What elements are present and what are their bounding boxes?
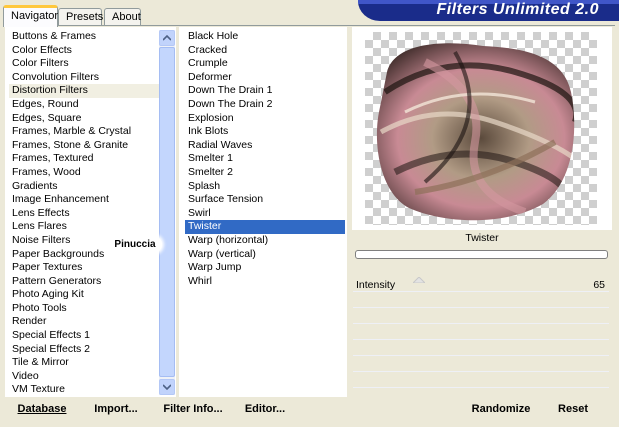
list-item[interactable]: Image Enhancement xyxy=(9,193,159,207)
filter-list[interactable]: Black Hole Cracked Crumple Deformer Down The… xyxy=(185,30,345,288)
preview-panel xyxy=(352,27,612,230)
bottom-button-bar-right: Randomize Reset xyxy=(353,396,611,422)
list-item[interactable]: Render xyxy=(9,315,159,329)
selected-filter-name: Twister xyxy=(465,232,499,244)
list-item[interactable]: Photo Aging Kit xyxy=(9,288,159,302)
list-item[interactable]: Smelter 1 xyxy=(185,152,345,166)
bottom-button-bar: Database Import... Filter Info... Editor… xyxy=(5,396,339,422)
list-item[interactable]: Lens Flares xyxy=(9,220,159,234)
param-empty-row xyxy=(353,356,609,372)
list-item[interactable]: Down The Drain 1 xyxy=(185,84,345,98)
list-item[interactable]: Special Effects 1 xyxy=(9,329,159,343)
list-item[interactable]: Tile & Mirror xyxy=(9,356,159,370)
list-item[interactable]: Crumple xyxy=(185,57,345,71)
tab-presets[interactable]: Presets xyxy=(58,8,103,26)
category-panel: Buttons & Frames Color Effects Color Filte… xyxy=(5,27,176,397)
list-item[interactable]: Pattern Generators xyxy=(9,275,159,289)
chevron-down-icon xyxy=(163,384,171,390)
randomize-button[interactable]: Randomize xyxy=(469,396,533,422)
list-item[interactable]: Surface Tension xyxy=(185,193,345,207)
preview-canvas xyxy=(365,32,597,225)
list-item[interactable]: Frames, Stone & Granite xyxy=(9,139,159,153)
param-value: 65 xyxy=(593,279,605,291)
list-item[interactable]: Edges, Square xyxy=(9,112,159,126)
app-title: Filters Unlimited 2.0 xyxy=(436,1,599,18)
list-item[interactable]: Whirl xyxy=(185,275,345,289)
tab-strip-divider xyxy=(3,25,615,26)
param-empty-row xyxy=(353,324,609,340)
editor-button[interactable]: Editor... xyxy=(243,396,287,422)
list-item[interactable]: Splash xyxy=(185,180,345,194)
param-label: Intensity xyxy=(356,279,396,291)
param-empty-row xyxy=(353,340,609,356)
list-item[interactable]: Twister xyxy=(185,220,345,234)
list-item[interactable]: VM Texture xyxy=(9,383,159,397)
pinuccia-watermark: Pinuccia xyxy=(108,236,162,253)
list-item[interactable]: Warp (horizontal) xyxy=(185,234,345,248)
list-item[interactable]: Cracked xyxy=(185,44,345,58)
param-empty-row xyxy=(353,308,609,324)
list-item[interactable]: Frames, Wood xyxy=(9,166,159,180)
scroll-up-button[interactable] xyxy=(159,30,175,46)
list-item[interactable]: Buttons & Frames xyxy=(9,30,159,44)
list-item[interactable]: Warp (vertical) xyxy=(185,248,345,262)
list-item[interactable]: Special Effects 2 xyxy=(9,343,159,357)
list-item[interactable]: Edges, Round xyxy=(9,98,159,112)
twister-preview-image xyxy=(376,43,575,221)
list-item[interactable]: Down The Drain 2 xyxy=(185,98,345,112)
filter-panel: Black Hole Cracked Crumple Deformer Down The… xyxy=(179,27,347,397)
chevron-up-icon xyxy=(163,35,171,41)
filter-info-button[interactable]: Filter Info... xyxy=(160,396,226,422)
scroll-down-button[interactable] xyxy=(159,379,175,395)
list-item[interactable]: Color Effects xyxy=(9,44,159,58)
tab-navigator[interactable]: Navigator xyxy=(3,5,58,27)
list-item[interactable]: Lens Effects xyxy=(9,207,159,221)
list-item[interactable]: Ink Blots xyxy=(185,125,345,139)
list-item[interactable]: Radial Waves xyxy=(185,139,345,153)
list-item[interactable]: Smelter 2 xyxy=(185,166,345,180)
param-empty-row xyxy=(353,372,609,388)
category-scrollbar[interactable] xyxy=(159,30,175,395)
list-item[interactable]: Deformer xyxy=(185,71,345,85)
list-item[interactable]: Black Hole xyxy=(185,30,345,44)
list-item[interactable]: Frames, Marble & Crystal xyxy=(9,125,159,139)
reset-button[interactable]: Reset xyxy=(551,396,595,422)
list-item[interactable]: Warp Jump xyxy=(185,261,345,275)
database-button[interactable]: Database xyxy=(11,396,73,422)
list-item[interactable]: Distortion Filters xyxy=(9,84,159,98)
scroll-thumb[interactable] xyxy=(159,47,175,377)
list-item[interactable]: Explosion xyxy=(185,112,345,126)
slider-marker-icon[interactable] xyxy=(413,277,425,283)
list-item[interactable]: Gradients xyxy=(9,180,159,194)
list-item[interactable]: Frames, Textured xyxy=(9,152,159,166)
list-item[interactable]: Video xyxy=(9,370,159,384)
list-item[interactable]: Paper Textures xyxy=(9,261,159,275)
database-label: Database xyxy=(17,403,67,415)
list-item[interactable]: Swirl xyxy=(185,207,345,221)
param-intensity-row[interactable]: Intensity 65 xyxy=(353,276,609,292)
progress-bar xyxy=(355,250,608,259)
import-button[interactable]: Import... xyxy=(91,396,141,422)
tab-about[interactable]: About xyxy=(104,8,141,26)
list-item[interactable]: Photo Tools xyxy=(9,302,159,316)
list-item[interactable]: Color Filters xyxy=(9,57,159,71)
param-empty-row xyxy=(353,292,609,308)
category-list[interactable]: Buttons & Frames Color Effects Color Filte… xyxy=(9,30,159,397)
list-item[interactable]: Convolution Filters xyxy=(9,71,159,85)
app-banner: Filters Unlimited 2.0 xyxy=(358,0,619,21)
